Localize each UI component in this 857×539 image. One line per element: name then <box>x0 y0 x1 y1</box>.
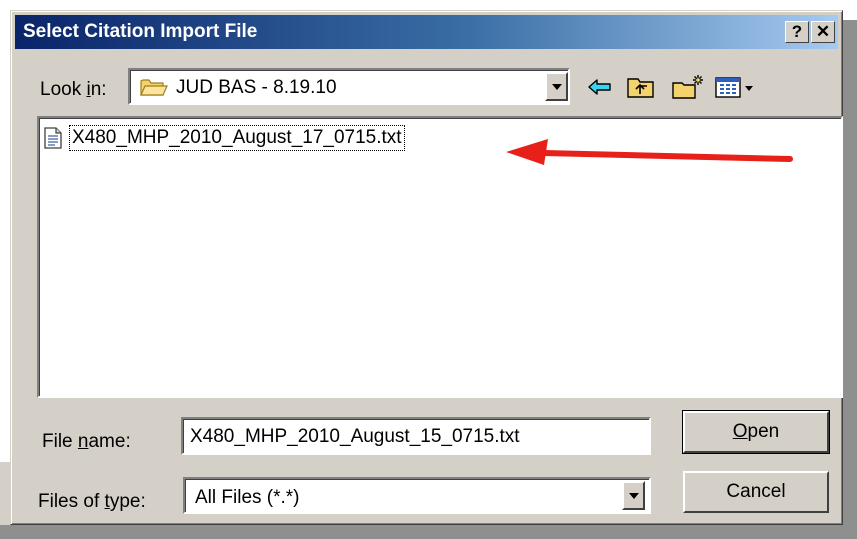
background-window-edge <box>0 462 10 525</box>
select-citation-import-dialog: Select Citation Import File ? ✕ Look in:… <box>10 10 843 525</box>
help-button[interactable]: ? <box>785 21 809 43</box>
file-list[interactable]: X480_MHP_2010_August_17_0715.txt <box>37 116 843 398</box>
chevron-down-icon <box>629 493 639 499</box>
folder-icon <box>140 79 168 96</box>
red-arrow-annotation <box>506 139 793 165</box>
file-name-field-label: File name: <box>42 431 131 452</box>
look-in-value: JUD BAS - 8.19.10 <box>176 77 337 98</box>
chevron-down-icon <box>552 84 562 90</box>
views-menu-icon[interactable] <box>714 73 756 101</box>
up-folder-icon[interactable] <box>625 73 657 101</box>
cancel-button[interactable]: Cancel <box>683 471 829 513</box>
window-shadow-bottom <box>0 525 857 539</box>
look-in-dropdown-button[interactable] <box>545 72 568 101</box>
look-in-label: Look in: <box>40 79 107 100</box>
files-of-type-label: Files of type: <box>38 491 146 512</box>
new-folder-icon[interactable] <box>671 73 705 101</box>
window-shadow-right <box>843 20 857 539</box>
files-of-type-value: All Files (*.*) <box>195 487 300 508</box>
close-button[interactable]: ✕ <box>811 21 835 43</box>
text-document-icon <box>44 127 62 149</box>
title-bar[interactable]: Select Citation Import File ? ✕ <box>15 15 838 49</box>
files-of-type-dropdown[interactable]: All Files (*.*) <box>183 477 651 514</box>
open-button[interactable]: Open <box>682 410 830 454</box>
look-in-dropdown[interactable]: JUD BAS - 8.19.10 <box>128 68 570 105</box>
file-name-label: X480_MHP_2010_August_17_0715.txt <box>69 125 405 151</box>
dialog-title: Select Citation Import File <box>23 21 258 42</box>
file-name-input[interactable]: X480_MHP_2010_August_15_0715.txt <box>181 417 651 455</box>
file-name-input-value: X480_MHP_2010_August_15_0715.txt <box>190 426 520 447</box>
back-icon[interactable] <box>585 73 615 101</box>
files-of-type-dropdown-button[interactable] <box>622 481 645 510</box>
